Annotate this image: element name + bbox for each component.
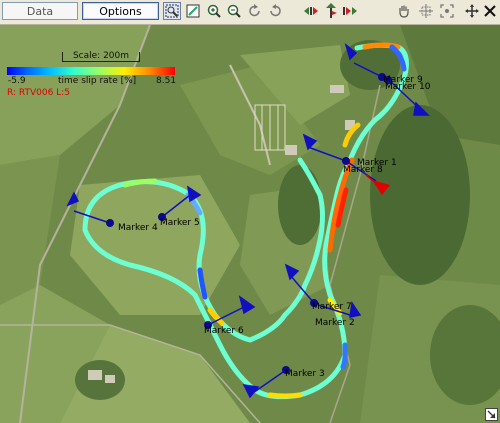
color-legend-bar [7,67,175,75]
fit-view-icon [419,4,433,18]
expand-button[interactable] [464,2,480,20]
toolbar: Data Options [0,0,500,25]
step-back-icon [304,7,318,15]
pan-hand-icon [399,5,409,18]
zoom-in-button[interactable] [205,2,223,20]
pan-hand-button[interactable] [395,2,413,20]
scale-bar: Scale: 200m [62,52,140,62]
marker-label-8[interactable]: Marker 8 [343,165,383,175]
close-icon [484,5,496,17]
rotate-left-button[interactable] [246,2,264,20]
scale-label: Scale: 200m [72,51,130,61]
run-info: R: RTV006 L:5 [7,88,70,98]
tab-data[interactable]: Data [2,2,78,20]
close-button[interactable] [482,2,498,20]
marker-up-button[interactable] [322,2,340,20]
zoom-out-button[interactable] [225,2,243,20]
legend-min: -5.9 [8,76,26,86]
zoom-extents-button[interactable] [438,2,456,20]
step-forward-icon [343,7,357,15]
edit-button[interactable] [184,2,202,20]
legend-label: time slip rate [%] [58,76,137,86]
map-window: Data Options Scale: 200m -5.9 time slip … [0,0,500,423]
resize-corner-icon[interactable] [485,408,498,421]
legend-max: 8.51 [156,76,177,86]
tab-options[interactable]: Options [82,2,159,20]
marker-up-icon [326,3,337,18]
marker-label-7[interactable]: Marker 7 [312,302,352,312]
marker-label-4[interactable]: Marker 4 [118,223,158,233]
resize-arrow-icon [487,410,496,419]
zoom-area-icon [165,4,179,18]
map-view[interactable]: Scale: 200m -5.9 time slip rate [%] 8.51… [0,25,500,423]
marker-label-10[interactable]: Marker 10 [385,82,430,92]
zoom-area-button[interactable] [163,2,181,20]
zoom-out-icon [227,4,241,18]
fit-view-button[interactable] [417,2,435,20]
expand-icon [465,4,479,18]
marker-label-2[interactable]: Marker 2 [315,318,355,328]
zoom-in-icon [207,4,221,18]
marker-label-6[interactable]: Marker 6 [204,326,244,336]
rotate-left-icon [249,4,260,17]
rotate-right-icon [270,4,281,17]
step-forward-button[interactable] [341,2,359,20]
edit-icon [186,4,200,18]
marker-label-5[interactable]: Marker 5 [160,218,200,228]
step-back-button[interactable] [302,2,320,20]
zoom-extents-icon [440,4,454,18]
rotate-right-button[interactable] [266,2,284,20]
marker-label-3[interactable]: Marker 3 [285,369,325,379]
